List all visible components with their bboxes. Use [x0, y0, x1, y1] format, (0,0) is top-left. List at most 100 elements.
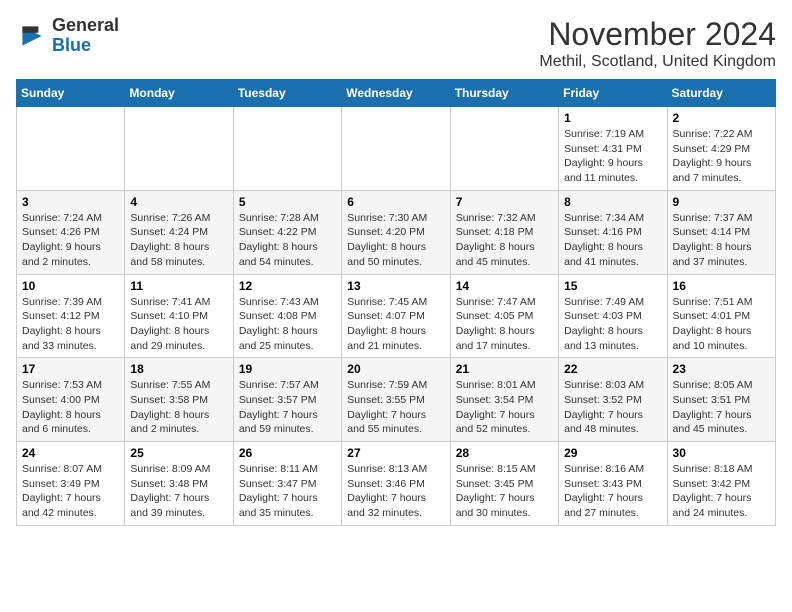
calendar-cell: 4 Sunrise: 7:26 AM Sunset: 4:24 PM Daylig… — [125, 190, 233, 274]
day-number: 14 — [456, 279, 553, 293]
day-number: 27 — [347, 446, 444, 460]
day-number: 21 — [456, 362, 553, 376]
day-number: 22 — [564, 362, 661, 376]
weekday-header: Thursday — [450, 80, 558, 107]
calendar-week-row: 10 Sunrise: 7:39 AM Sunset: 4:12 PM Dayli… — [17, 274, 776, 358]
calendar-cell — [233, 107, 341, 191]
calendar-cell: 5Sunrise: 7:28 AM Sunset: 4:22 PM Daylig… — [233, 190, 341, 274]
calendar-cell: 3 Sunrise: 7:24 AM Sunset: 4:26 PM Daylig… — [17, 190, 125, 274]
day-info: Sunrise: 7:51 AM Sunset: 4:01 PM Dayligh… — [673, 295, 770, 354]
day-number: 24 — [22, 446, 119, 460]
calendar-cell: 25 Sunrise: 8:09 AM Sunset: 3:48 PM Dayli… — [125, 442, 233, 526]
day-number: 3 — [22, 195, 119, 209]
day-number: 2 — [673, 111, 770, 125]
day-number: 11 — [130, 279, 227, 293]
calendar-cell: 19Sunrise: 7:57 AM Sunset: 3:57 PM Dayli… — [233, 358, 341, 442]
logo-icon — [16, 20, 48, 52]
weekday-header: Wednesday — [342, 80, 450, 107]
day-number: 1 — [564, 111, 661, 125]
day-number: 23 — [673, 362, 770, 376]
day-number: 13 — [347, 279, 444, 293]
day-number: 20 — [347, 362, 444, 376]
day-number: 10 — [22, 279, 119, 293]
day-number: 29 — [564, 446, 661, 460]
calendar-cell: 20 Sunrise: 7:59 AM Sunset: 3:55 PM Dayli… — [342, 358, 450, 442]
logo: General Blue — [16, 16, 119, 56]
calendar-cell: 11 Sunrise: 7:41 AM Sunset: 4:10 PM Dayli… — [125, 274, 233, 358]
calendar-cell: 13Sunrise: 7:45 AM Sunset: 4:07 PM Dayli… — [342, 274, 450, 358]
weekday-header: Friday — [559, 80, 667, 107]
day-info: Sunrise: 7:32 AM Sunset: 4:18 PM Dayligh… — [456, 211, 553, 270]
day-number: 25 — [130, 446, 227, 460]
day-number: 8 — [564, 195, 661, 209]
calendar-cell: 12Sunrise: 7:43 AM Sunset: 4:08 PM Dayli… — [233, 274, 341, 358]
day-number: 16 — [673, 279, 770, 293]
calendar-cell: 23 Sunrise: 8:05 AM Sunset: 3:51 PM Dayli… — [667, 358, 775, 442]
day-number: 26 — [239, 446, 336, 460]
day-number: 17 — [22, 362, 119, 376]
calendar-cell: 18 Sunrise: 7:55 AM Sunset: 3:58 PM Dayli… — [125, 358, 233, 442]
calendar-cell: 2 Sunrise: 7:22 AM Sunset: 4:29 PM Daylig… — [667, 107, 775, 191]
day-info: Sunrise: 8:15 AM Sunset: 3:45 PM Dayligh… — [456, 462, 553, 521]
day-info: Sunrise: 7:59 AM Sunset: 3:55 PM Dayligh… — [347, 378, 444, 437]
day-info: Sunrise: 7:39 AM Sunset: 4:12 PM Dayligh… — [22, 295, 119, 354]
day-number: 5 — [239, 195, 336, 209]
day-number: 18 — [130, 362, 227, 376]
logo-blue: Blue — [52, 35, 91, 55]
day-number: 4 — [130, 195, 227, 209]
day-info: Sunrise: 8:13 AM Sunset: 3:46 PM Dayligh… — [347, 462, 444, 521]
day-info: Sunrise: 8:09 AM Sunset: 3:48 PM Dayligh… — [130, 462, 227, 521]
calendar-cell: 7Sunrise: 7:32 AM Sunset: 4:18 PM Daylig… — [450, 190, 558, 274]
calendar-week-row: 17 Sunrise: 7:53 AM Sunset: 4:00 PM Dayli… — [17, 358, 776, 442]
calendar-cell: 6 Sunrise: 7:30 AM Sunset: 4:20 PM Daylig… — [342, 190, 450, 274]
calendar-week-row: 24 Sunrise: 8:07 AM Sunset: 3:49 PM Dayli… — [17, 442, 776, 526]
calendar-cell: 21 Sunrise: 8:01 AM Sunset: 3:54 PM Dayli… — [450, 358, 558, 442]
weekday-header: Tuesday — [233, 80, 341, 107]
calendar-cell: 17 Sunrise: 7:53 AM Sunset: 4:00 PM Dayli… — [17, 358, 125, 442]
weekday-header-row: SundayMondayTuesdayWednesdayThursdayFrid… — [17, 80, 776, 107]
day-info: Sunrise: 7:41 AM Sunset: 4:10 PM Dayligh… — [130, 295, 227, 354]
calendar-cell: 15Sunrise: 7:49 AM Sunset: 4:03 PM Dayli… — [559, 274, 667, 358]
calendar-cell — [125, 107, 233, 191]
day-info: Sunrise: 7:53 AM Sunset: 4:00 PM Dayligh… — [22, 378, 119, 437]
day-number: 19 — [239, 362, 336, 376]
day-number: 28 — [456, 446, 553, 460]
calendar-week-row: 1 Sunrise: 7:19 AM Sunset: 4:31 PM Daylig… — [17, 107, 776, 191]
day-info: Sunrise: 8:11 AM Sunset: 3:47 PM Dayligh… — [239, 462, 336, 521]
day-info: Sunrise: 8:03 AM Sunset: 3:52 PM Dayligh… — [564, 378, 661, 437]
day-info: Sunrise: 7:47 AM Sunset: 4:05 PM Dayligh… — [456, 295, 553, 354]
calendar-cell: 24 Sunrise: 8:07 AM Sunset: 3:49 PM Dayli… — [17, 442, 125, 526]
day-info: Sunrise: 7:55 AM Sunset: 3:58 PM Dayligh… — [130, 378, 227, 437]
calendar-cell — [450, 107, 558, 191]
calendar-cell — [17, 107, 125, 191]
logo-general: General — [52, 15, 119, 35]
day-info: Sunrise: 8:16 AM Sunset: 3:43 PM Dayligh… — [564, 462, 661, 521]
day-number: 15 — [564, 279, 661, 293]
calendar-cell: 8 Sunrise: 7:34 AM Sunset: 4:16 PM Daylig… — [559, 190, 667, 274]
day-number: 12 — [239, 279, 336, 293]
day-info: Sunrise: 7:22 AM Sunset: 4:29 PM Dayligh… — [673, 127, 770, 186]
day-info: Sunrise: 7:26 AM Sunset: 4:24 PM Dayligh… — [130, 211, 227, 270]
day-info: Sunrise: 8:07 AM Sunset: 3:49 PM Dayligh… — [22, 462, 119, 521]
calendar-cell: 14 Sunrise: 7:47 AM Sunset: 4:05 PM Dayli… — [450, 274, 558, 358]
weekday-header: Monday — [125, 80, 233, 107]
calendar-cell: 9Sunrise: 7:37 AM Sunset: 4:14 PM Daylig… — [667, 190, 775, 274]
calendar-cell: 26 Sunrise: 8:11 AM Sunset: 3:47 PM Dayli… — [233, 442, 341, 526]
day-info: Sunrise: 8:01 AM Sunset: 3:54 PM Dayligh… — [456, 378, 553, 437]
day-info: Sunrise: 7:34 AM Sunset: 4:16 PM Dayligh… — [564, 211, 661, 270]
day-info: Sunrise: 7:37 AM Sunset: 4:14 PM Dayligh… — [673, 211, 770, 270]
calendar-cell: 22 Sunrise: 8:03 AM Sunset: 3:52 PM Dayli… — [559, 358, 667, 442]
logo-text: General Blue — [52, 16, 119, 56]
calendar-cell: 28 Sunrise: 8:15 AM Sunset: 3:45 PM Dayli… — [450, 442, 558, 526]
calendar-cell: 30Sunrise: 8:18 AM Sunset: 3:42 PM Dayli… — [667, 442, 775, 526]
day-info: Sunrise: 8:05 AM Sunset: 3:51 PM Dayligh… — [673, 378, 770, 437]
calendar-cell: 27 Sunrise: 8:13 AM Sunset: 3:46 PM Dayli… — [342, 442, 450, 526]
weekday-header: Saturday — [667, 80, 775, 107]
location: Methil, Scotland, United Kingdom — [539, 53, 776, 71]
day-info: Sunrise: 7:19 AM Sunset: 4:31 PM Dayligh… — [564, 127, 661, 186]
day-info: Sunrise: 7:24 AM Sunset: 4:26 PM Dayligh… — [22, 211, 119, 270]
day-number: 6 — [347, 195, 444, 209]
day-info: Sunrise: 7:30 AM Sunset: 4:20 PM Dayligh… — [347, 211, 444, 270]
month-title: November 2024 — [539, 16, 776, 53]
header: General Blue November 2024 Methil, Scotl… — [16, 16, 776, 71]
